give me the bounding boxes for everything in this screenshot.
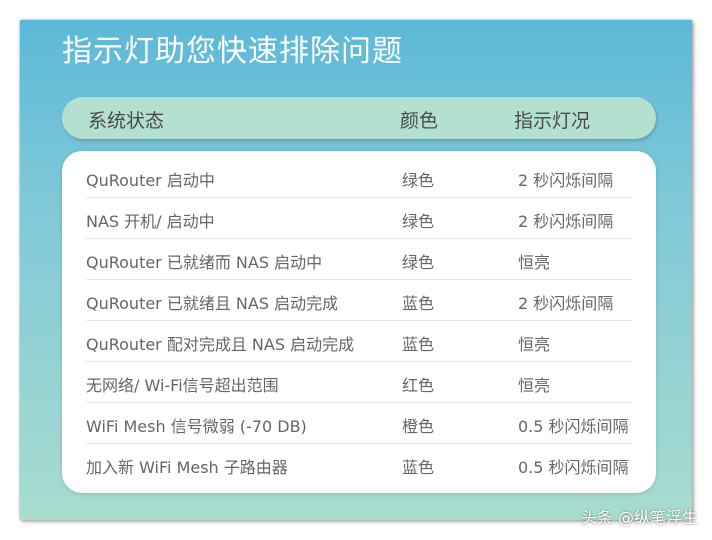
- cell-color: 绿色: [402, 171, 435, 190]
- cell-light: 0.5 秒闪烁间隔: [518, 458, 629, 477]
- cell-color: 橙色: [402, 417, 435, 436]
- cell-light: 恒亮: [518, 253, 551, 272]
- cell-color: 蓝色: [402, 458, 435, 477]
- cell-status: 无网络/ Wi-Fi信号超出范围: [86, 376, 279, 395]
- table-row: NAS 开机/ 启动中 绿色 2 秒闪烁间隔: [86, 198, 632, 239]
- cell-light: 2 秒闪烁间隔: [518, 294, 614, 313]
- header-light: 指示灯况: [514, 110, 591, 132]
- table-row: QuRouter 已就绪且 NAS 启动完成 蓝色 2 秒闪烁间隔: [86, 280, 632, 321]
- table-row: QuRouter 已就绪而 NAS 启动中 绿色 恒亮: [86, 239, 632, 280]
- cell-status: NAS 开机/ 启动中: [86, 212, 215, 231]
- table-row: 加入新 WiFi Mesh 子路由器 蓝色 0.5 秒闪烁间隔: [86, 444, 632, 484]
- cell-status: QuRouter 配对完成且 NAS 启动完成: [86, 335, 355, 354]
- info-card: 指示灯助您快速排除问题 系统状态 颜色 指示灯况 QuRouter 启动中 绿色…: [20, 20, 692, 520]
- table-row: WiFi Mesh 信号微弱 (-70 DB) 橙色 0.5 秒闪烁间隔: [86, 403, 632, 444]
- cell-status: QuRouter 已就绪而 NAS 启动中: [86, 253, 323, 272]
- table-header: 系统状态 颜色 指示灯况: [62, 97, 656, 139]
- watermark: 头条 @纵笔浮生: [580, 508, 698, 527]
- cell-light: 2 秒闪烁间隔: [518, 212, 614, 231]
- cell-light: 恒亮: [518, 376, 551, 395]
- cell-color: 蓝色: [402, 335, 435, 354]
- table-row: QuRouter 启动中 绿色 2 秒闪烁间隔: [86, 157, 632, 198]
- table-body: QuRouter 启动中 绿色 2 秒闪烁间隔 NAS 开机/ 启动中 绿色 2…: [62, 151, 656, 493]
- cell-light: 2 秒闪烁间隔: [518, 171, 614, 190]
- cell-color: 绿色: [402, 253, 435, 272]
- cell-color: 绿色: [402, 212, 435, 231]
- page-title: 指示灯助您快速排除问题: [62, 34, 403, 69]
- header-status: 系统状态: [88, 110, 165, 132]
- header-color: 颜色: [400, 110, 439, 132]
- cell-status: QuRouter 启动中: [86, 171, 215, 190]
- cell-color: 红色: [402, 376, 435, 395]
- cell-color: 蓝色: [402, 294, 435, 313]
- table-row: 无网络/ Wi-Fi信号超出范围 红色 恒亮: [86, 362, 632, 403]
- cell-light: 0.5 秒闪烁间隔: [518, 417, 629, 436]
- cell-status: WiFi Mesh 信号微弱 (-70 DB): [86, 417, 307, 436]
- cell-light: 恒亮: [518, 335, 551, 354]
- table-row: QuRouter 配对完成且 NAS 启动完成 蓝色 恒亮: [86, 321, 632, 362]
- cell-status: 加入新 WiFi Mesh 子路由器: [86, 458, 288, 477]
- cell-status: QuRouter 已就绪且 NAS 启动完成: [86, 294, 339, 313]
